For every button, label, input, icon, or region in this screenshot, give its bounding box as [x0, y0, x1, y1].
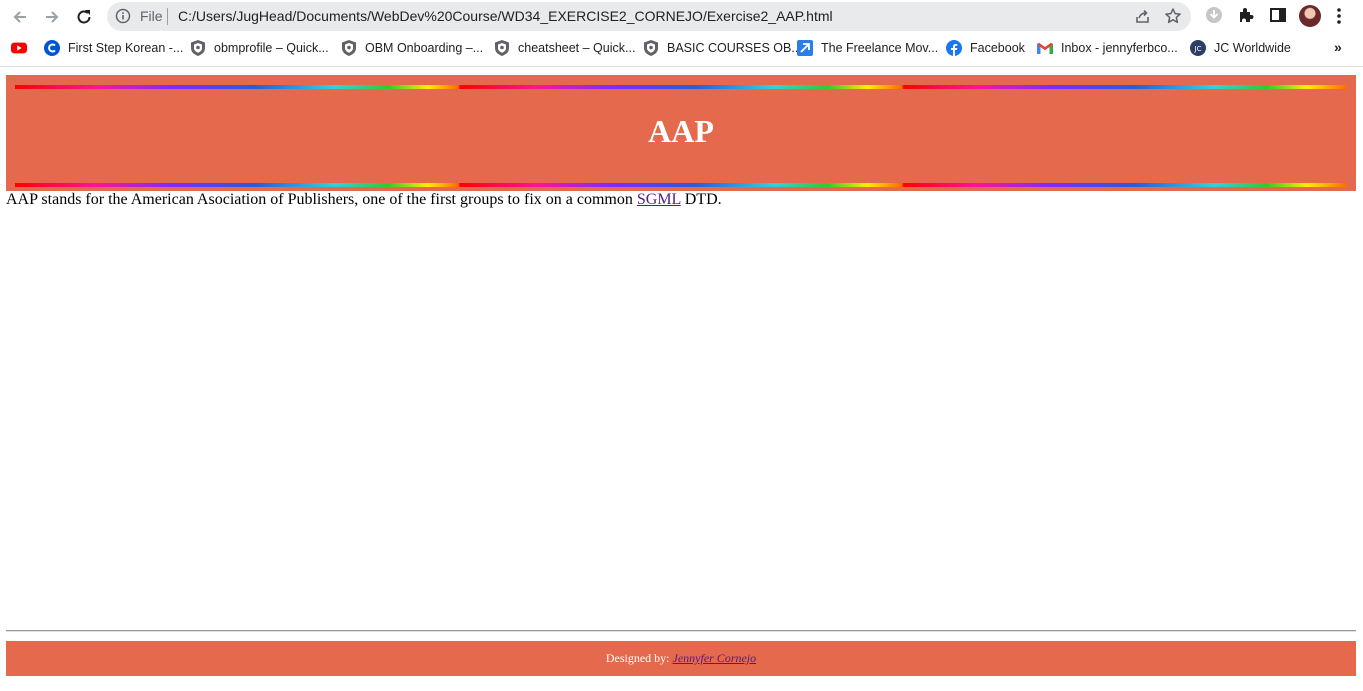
- shield-icon: [341, 40, 357, 56]
- rainbow-rule-top: [15, 85, 1347, 89]
- freelance-icon: [797, 40, 813, 56]
- share-icon[interactable]: [1134, 8, 1151, 30]
- info-icon[interactable]: [115, 8, 131, 29]
- shield-icon: [190, 40, 206, 56]
- sgml-link[interactable]: SGML: [637, 191, 681, 208]
- page-title: AAP: [648, 113, 714, 149]
- youtube-icon: [11, 40, 27, 56]
- forward-button[interactable]: [39, 4, 65, 30]
- url-text[interactable]: C:/Users/JugHead/Documents/WebDev%20Cour…: [178, 8, 833, 24]
- more-menu-icon[interactable]: [1336, 7, 1342, 30]
- shield-icon: [643, 40, 659, 56]
- page-viewport: AAP AAP stands for the American Asociati…: [0, 67, 1363, 691]
- bookmark-obmprofile[interactable]: obmprofile – Quick...: [190, 39, 329, 57]
- scheme-label: File: [140, 8, 163, 24]
- bookmark-cheatsheet[interactable]: cheatsheet – Quick...: [494, 39, 635, 57]
- back-button[interactable]: [7, 4, 33, 30]
- svg-text:JC: JC: [1194, 45, 1202, 53]
- bookmark-obm-onboarding[interactable]: OBM Onboarding –...: [341, 39, 483, 57]
- browser-toolbar: File C:/Users/JugHead/Documents/WebDev%2…: [0, 0, 1363, 33]
- bookmark-label: OBM Onboarding –...: [365, 41, 484, 55]
- header-band: AAP: [6, 75, 1356, 191]
- footer: Designed by: Jennyfer Cornejo: [6, 641, 1356, 676]
- arrow-right-icon: [46, 11, 59, 23]
- bookmark-freelance-movement[interactable]: The Freelance Mov...: [797, 39, 938, 57]
- bookmark-label: First Step Korean -...: [68, 41, 184, 55]
- side-panel-icon[interactable]: [1269, 6, 1287, 29]
- bookmark-label: JC Worldwide: [1214, 41, 1291, 55]
- bookmark-label: cheatsheet – Quick...: [518, 41, 636, 55]
- profile-avatar[interactable]: [1299, 5, 1321, 27]
- rainbow-rule-bottom: [15, 183, 1347, 187]
- extensions-icon[interactable]: [1237, 6, 1255, 29]
- bookmarks-bar: First Step Korean -... obmprofile – Quic…: [0, 33, 1363, 63]
- bookmark-label: BASIC COURSES OB...: [667, 41, 802, 55]
- jc-icon: JC: [1190, 40, 1206, 56]
- bookmark-jc-worldwide[interactable]: JC JC Worldwide: [1190, 39, 1291, 57]
- omnibox-divider: [167, 8, 168, 25]
- shield-icon: [494, 40, 510, 56]
- footer-prefix: Designed by:: [605, 651, 673, 665]
- bookmark-label: The Freelance Mov...: [821, 41, 939, 55]
- gmail-icon: [1037, 40, 1053, 56]
- arrow-left-icon: [13, 11, 26, 23]
- bookmark-label: Facebook: [970, 41, 1025, 55]
- bookmark-label: Inbox - jennyferbco...: [1061, 41, 1178, 55]
- bookmark-label: obmprofile – Quick...: [214, 41, 329, 55]
- description-text: AAP stands for the American Asociation o…: [6, 191, 637, 208]
- address-bar[interactable]: File C:/Users/JugHead/Documents/WebDev%2…: [107, 2, 1191, 31]
- bookmark-youtube[interactable]: [11, 39, 35, 57]
- description-paragraph: AAP stands for the American Asociation o…: [6, 191, 722, 209]
- reload-button[interactable]: [71, 4, 97, 30]
- more-bookmarks-button[interactable]: »: [1334, 39, 1342, 55]
- description-text-end: DTD.: [680, 191, 722, 208]
- footer-divider: [6, 630, 1356, 632]
- author-link[interactable]: Jennyfer Cornejo: [673, 651, 757, 665]
- bookmark-facebook[interactable]: Facebook: [946, 39, 1025, 57]
- bookmark-gmail-inbox[interactable]: Inbox - jennyferbco...: [1037, 39, 1178, 57]
- bookmark-basic-courses[interactable]: BASIC COURSES OB...: [643, 39, 802, 57]
- reload-icon: [77, 10, 91, 24]
- download-icon[interactable]: [1205, 6, 1223, 29]
- bookmark-first-step-korean[interactable]: First Step Korean -...: [44, 39, 183, 57]
- facebook-icon: [946, 40, 962, 56]
- coursera-icon: [44, 40, 60, 56]
- bookmark-star-icon[interactable]: [1164, 7, 1182, 30]
